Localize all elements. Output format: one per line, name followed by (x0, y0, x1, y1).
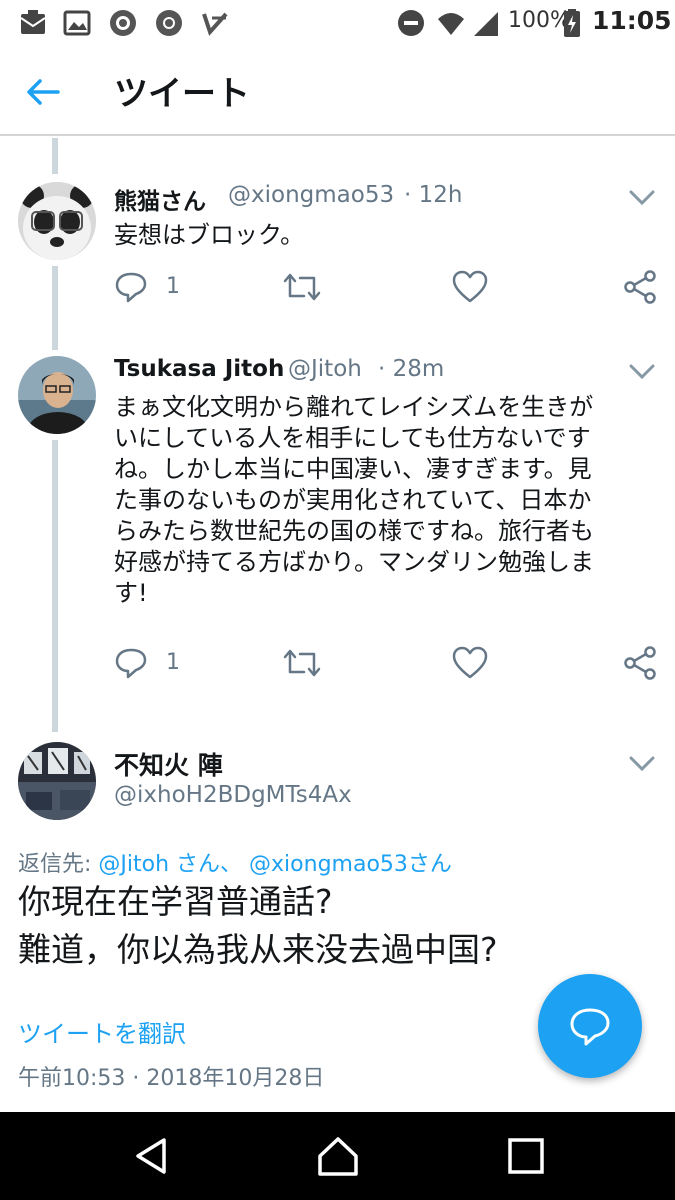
clock: 11:05 (592, 6, 672, 35)
chevron-down-icon[interactable] (628, 754, 656, 774)
person-avatar-image (18, 356, 96, 434)
tweet-text-line: らみたら数世紀先の国の様ですね。旅行者も (114, 517, 594, 545)
dnd-icon (398, 10, 424, 36)
tweet-text: まぁ文化文明から離れてレイシズムを生きが いにしている人を相手にしても仕方ないで… (114, 392, 664, 609)
chevron-down-icon[interactable] (628, 188, 656, 208)
reply-bubble-icon (570, 1008, 610, 1046)
reply-suffix: さん (407, 852, 452, 877)
translate-link[interactable]: ツイートを翻訳 (18, 1014, 186, 1049)
tweet-text-line: た事のないものが実用化されていて、日本か (114, 486, 592, 514)
chevron-down-icon[interactable] (628, 362, 656, 382)
app-icon (110, 10, 136, 36)
panda-avatar-image (18, 182, 96, 260)
signal-icon (474, 12, 498, 36)
tweet-text-line: す! (114, 579, 148, 607)
tweet-time: · 12h (404, 182, 463, 208)
avatar[interactable] (18, 182, 96, 260)
retweet-icon[interactable] (282, 646, 322, 680)
system-nav-bar (0, 1112, 675, 1200)
back-triangle-icon[interactable] (130, 1134, 174, 1178)
compose-reply-button[interactable] (538, 974, 642, 1078)
tweet-text-line: まぁ文化文明から離れてレイシズムを生きが (114, 393, 594, 421)
avatar[interactable] (18, 356, 96, 434)
app-header: ツイート (0, 48, 675, 136)
tweet-timestamp: 午前10:53 · 2018年10月28日 (18, 1066, 325, 1091)
reply-icon[interactable] (114, 270, 148, 304)
home-icon[interactable] (316, 1134, 360, 1178)
tweet-text-line: 你現在在学習普通話? (18, 882, 333, 921)
tweet-author-name[interactable]: 不知火 陣 (114, 746, 223, 782)
tweet-author-name[interactable]: 熊猫さん (114, 182, 206, 216)
tweet-text-line: いにしている人を相手にしても仕方ないです (114, 424, 591, 452)
tweet-text-line: 難道，你以為我从来没去過中国? (18, 930, 498, 969)
chrome-icon (156, 10, 182, 36)
avatar[interactable] (18, 742, 96, 820)
arrow-left-icon[interactable] (24, 74, 64, 110)
heart-icon[interactable] (452, 646, 488, 680)
wifi-icon (438, 13, 464, 35)
image-icon (63, 10, 91, 36)
recents-icon[interactable] (504, 1134, 548, 1178)
tweet-handle: @Jitoh (288, 356, 362, 382)
reply-count: 1 (166, 650, 180, 675)
thread-line (52, 440, 58, 732)
status-bar: 100% 11:05 (0, 0, 675, 48)
thread-line (52, 138, 58, 174)
room-avatar-image (18, 742, 96, 820)
retweet-icon[interactable] (282, 270, 322, 304)
share-icon[interactable] (622, 270, 658, 304)
mail-icon (20, 10, 46, 34)
reply-count: 1 (166, 274, 180, 299)
tweet-text-line: ね。しかし本当に中国凄い、凄すぎます。見 (114, 455, 592, 483)
heart-icon[interactable] (452, 270, 488, 304)
tweet-author-name[interactable]: Tsukasa Jitoh (114, 356, 284, 382)
tweet-text: 妄想はブロック。 (114, 221, 305, 249)
check-icon (202, 12, 228, 36)
share-icon[interactable] (622, 646, 658, 680)
reply-prefix: 返信先: (18, 852, 99, 877)
battery-icon (564, 9, 580, 37)
thread-line (52, 266, 58, 350)
reply-icon[interactable] (114, 646, 148, 680)
tweet-handle: @xiongmao53 (228, 182, 395, 208)
tweet-time: · 28m (378, 356, 445, 382)
tweet-text: 你現在在学習普通話? 難道，你以為我从来没去過中国? (18, 878, 658, 974)
page-title: ツイート (114, 74, 250, 114)
reply-to-line: 返信先: @Jitoh さん、 @xiongmao53さん (18, 846, 452, 878)
mention-link[interactable]: @xiongmao53 (249, 852, 408, 877)
tweet-text-line: 好感が持てる方ばかり。マンダリン勉強しま (114, 548, 594, 576)
tweet-handle: @ixhoH2BDgMTs4Ax (114, 782, 352, 808)
mention-link[interactable]: @Jitoh さん、 (98, 852, 242, 877)
